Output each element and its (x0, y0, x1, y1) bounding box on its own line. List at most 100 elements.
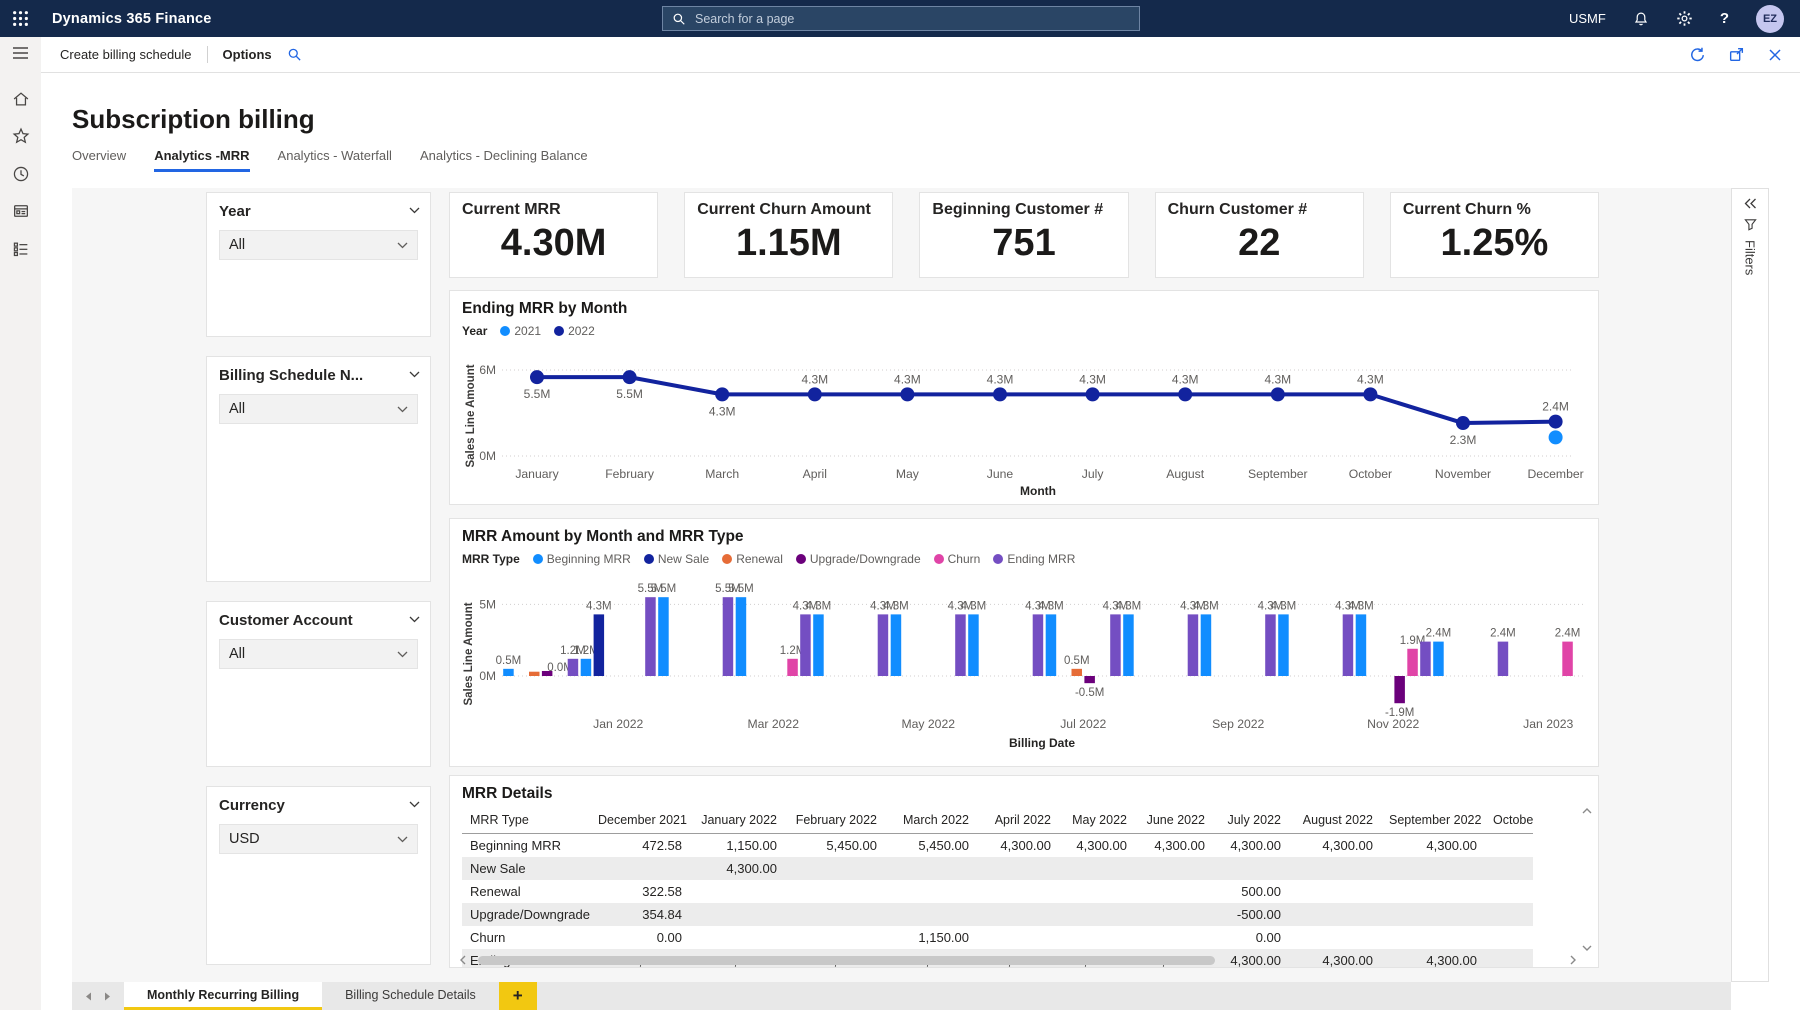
legend-item-new-sale[interactable]: New Sale (644, 552, 709, 566)
slicer-title: Currency (219, 797, 418, 814)
ending-mrr-line-chart-card[interactable]: Ending MRR by Month Year20212022 6M0MSal… (449, 290, 1599, 505)
toolbar-search-icon[interactable] (287, 47, 302, 62)
column-header-september-2022[interactable]: September 2022 (1381, 808, 1485, 834)
column-header-march-2022[interactable]: March 2022 (885, 808, 977, 834)
next-page-icon[interactable] (104, 992, 111, 1001)
slicer-header-chevron-icon[interactable] (409, 371, 420, 378)
column-header-june-2022[interactable]: June 2022 (1135, 808, 1213, 834)
slicer-header-chevron-icon[interactable] (409, 616, 420, 623)
waffle-icon[interactable] (0, 10, 41, 27)
column-header-february-2022[interactable]: February 2022 (785, 808, 885, 834)
table-vertical-scrollbar[interactable] (1581, 808, 1593, 951)
legend-item-2021[interactable]: 2021 (500, 324, 541, 338)
legend-item-upgrade-downgrade[interactable]: Upgrade/Downgrade (796, 552, 921, 566)
cell-value: 4,300.00 (1381, 834, 1485, 857)
cell-value: 322.58 (590, 880, 690, 903)
workspaces-icon[interactable] (12, 202, 30, 220)
scroll-up-icon[interactable] (1582, 808, 1592, 814)
notifications-bell-icon[interactable] (1633, 11, 1649, 27)
cell-value: 0.00 (590, 926, 690, 949)
legend-dot (533, 554, 543, 564)
scroll-left-icon[interactable] (460, 955, 466, 965)
legend-item-ending-mrr[interactable]: Ending MRR (993, 552, 1075, 566)
mrr-amount-bar-chart-card[interactable]: MRR Amount by Month and MRR Type MRR Typ… (449, 518, 1599, 767)
hamburger-menu-icon[interactable] (12, 46, 29, 60)
close-icon[interactable] (1767, 47, 1783, 63)
legend-label: Beginning MRR (547, 552, 631, 566)
add-page-button[interactable]: + (499, 982, 537, 1010)
mrr-details-table-card[interactable]: MRR Details MRR TypeDecember 2021January… (449, 775, 1599, 968)
svg-text:July: July (1082, 467, 1105, 481)
refresh-icon[interactable] (1689, 46, 1706, 63)
table-row-churn: Churn0.001,150.000.00 (462, 926, 1533, 949)
row-header: New Sale (462, 857, 590, 880)
create-billing-schedule-button[interactable]: Create billing schedule (60, 47, 192, 62)
column-header-august-2022[interactable]: August 2022 (1289, 808, 1381, 834)
options-button[interactable]: Options (223, 47, 272, 62)
page-tab-billing-schedule-details[interactable]: Billing Schedule Details (322, 982, 499, 1010)
column-header-april-2022[interactable]: April 2022 (977, 808, 1059, 834)
svg-text:5.5M: 5.5M (651, 583, 677, 595)
global-search[interactable] (662, 6, 1140, 31)
slicer-value: All (229, 646, 245, 662)
home-icon[interactable] (12, 90, 30, 108)
tab-analytics-mrr[interactable]: Analytics -MRR (154, 148, 249, 172)
column-header-december-2021[interactable]: December 2021 (590, 808, 690, 834)
kpi-card-current-churn-amount[interactable]: Current Churn Amount1.15M (684, 192, 893, 278)
cell-value (1485, 834, 1533, 857)
legend-label: New Sale (658, 552, 709, 566)
filters-pane-label[interactable]: Filters (1743, 240, 1758, 275)
kpi-card-current-churn[interactable]: Current Churn %1.25% (1390, 192, 1599, 278)
previous-page-icon[interactable] (85, 992, 92, 1001)
column-header-october-2022[interactable]: October 2022 (1485, 808, 1533, 834)
recent-clock-icon[interactable] (12, 165, 30, 183)
tab-analytics-declining-balance[interactable]: Analytics - Declining Balance (420, 148, 588, 172)
company-picker[interactable]: USMF (1569, 11, 1606, 26)
modules-list-icon[interactable] (12, 240, 30, 258)
search-icon (672, 12, 686, 26)
slicer-dropdown-year[interactable]: All (219, 230, 418, 260)
column-header-may-2022[interactable]: May 2022 (1059, 808, 1135, 834)
cell-value: 4,300.00 (1289, 834, 1381, 857)
kpi-card-beginning-customer[interactable]: Beginning Customer #751 (919, 192, 1128, 278)
slicer-dropdown-billing-schedule-n[interactable]: All (219, 394, 418, 424)
svg-text:Jan 2022: Jan 2022 (593, 717, 643, 731)
column-header-january-2022[interactable]: January 2022 (690, 808, 785, 834)
slicer-dropdown-currency[interactable]: USD (219, 824, 418, 854)
legend-item-beginning-mrr[interactable]: Beginning MRR (533, 552, 631, 566)
cell-value (785, 926, 885, 949)
kpi-card-churn-customer[interactable]: Churn Customer #22 (1155, 192, 1364, 278)
kpi-value: 4.30M (450, 222, 657, 265)
legend-item-churn[interactable]: Churn (934, 552, 981, 566)
tab-overview[interactable]: Overview (72, 148, 126, 172)
tab-analytics-waterfall[interactable]: Analytics - Waterfall (278, 148, 392, 172)
cell-value (1213, 857, 1289, 880)
slicer-header-chevron-icon[interactable] (409, 801, 420, 808)
scroll-down-icon[interactable] (1582, 945, 1592, 951)
svg-text:September: September (1248, 467, 1308, 481)
favorites-star-icon[interactable] (12, 127, 30, 145)
svg-text:4.3M: 4.3M (1271, 600, 1297, 612)
svg-text:5.5M: 5.5M (728, 583, 754, 595)
svg-text:4.3M: 4.3M (883, 600, 909, 612)
slicer-dropdown-customer-account[interactable]: All (219, 639, 418, 669)
column-header-mrr-type[interactable]: MRR Type (462, 808, 590, 834)
collapse-double-chevron-icon[interactable] (1744, 198, 1757, 209)
search-input[interactable] (693, 11, 1130, 27)
avatar[interactable]: EZ (1756, 5, 1784, 33)
column-header-july-2022[interactable]: July 2022 (1213, 808, 1289, 834)
legend-item-renewal[interactable]: Renewal (722, 552, 783, 566)
help-icon[interactable]: ? (1720, 10, 1729, 27)
legend-item-2022[interactable]: 2022 (554, 324, 595, 338)
svg-text:6M: 6M (479, 363, 496, 377)
kpi-card-current-mrr[interactable]: Current MRR4.30M (449, 192, 658, 278)
filter-funnel-icon[interactable] (1744, 218, 1757, 231)
scroll-right-icon[interactable] (1570, 955, 1576, 965)
page-tab-monthly-recurring-billing[interactable]: Monthly Recurring Billing (124, 982, 322, 1010)
table-horizontal-scrollbar[interactable] (460, 955, 1576, 966)
open-in-new-window-icon[interactable] (1728, 46, 1745, 63)
scrollbar-thumb[interactable] (478, 956, 1215, 965)
svg-text:4.3M: 4.3M (894, 372, 921, 386)
settings-gear-icon[interactable] (1676, 10, 1693, 27)
slicer-header-chevron-icon[interactable] (409, 207, 420, 214)
